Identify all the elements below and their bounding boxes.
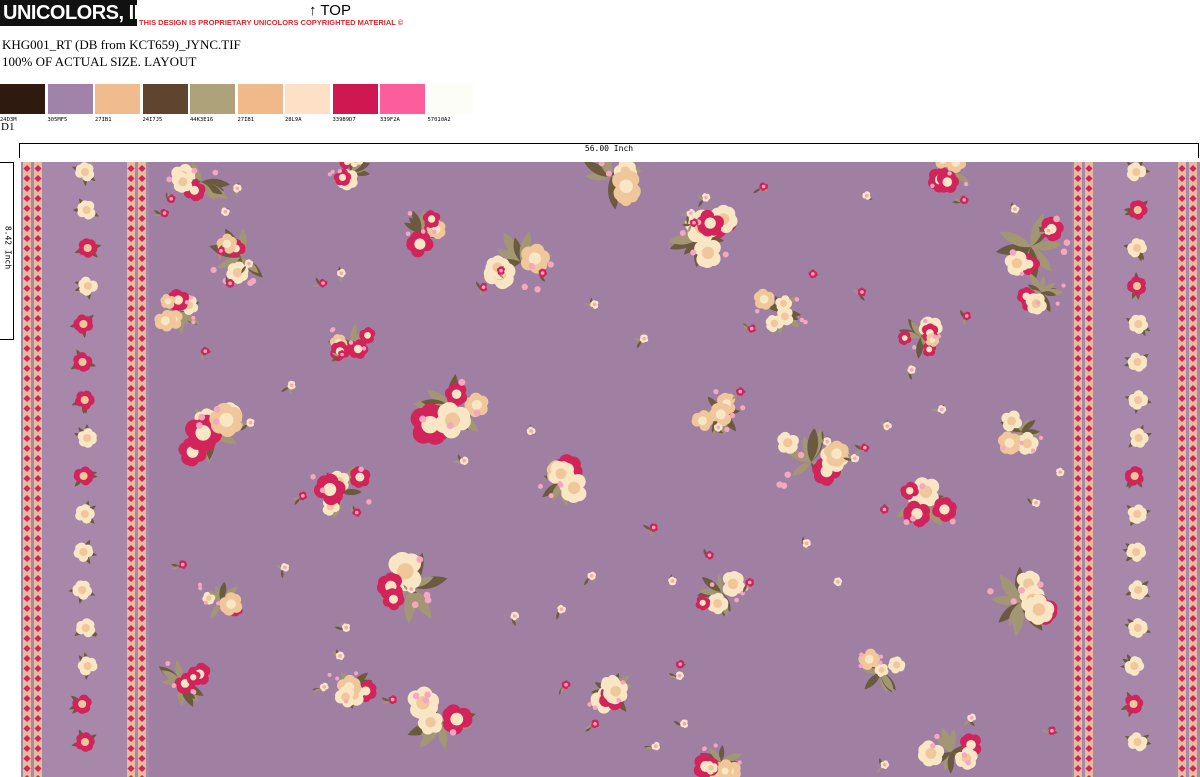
height-label: 8.42 Inch [3,225,13,270]
swatch-chip [332,84,378,114]
swatch-chip [95,84,140,114]
swatch-code: 305MF5 [47,117,68,123]
border-stripe [1072,162,1200,777]
size-info: 100% OF ACTUAL SIZE. LAYOUT [2,54,197,69]
swatch-chip [427,84,473,114]
swatch-code: 27IB1 [237,117,255,123]
swatch-chip [190,84,235,114]
swatch-code: 24I7J5 [142,117,163,123]
swatch-code: 339F2A [380,117,400,123]
swatch-chip [285,84,330,114]
color-swatch: 339F2A [380,84,425,124]
proprietary-notice: THIS DESIGN IS PROPRIETARY UNICOLORS COP… [139,18,404,27]
color-swatch: 24I7J5 [142,84,188,124]
color-swatch: 24D3M [0,84,45,124]
swatch-code: 57010A2 [427,117,451,123]
width-ruler: 56.00 Inch [19,143,1199,158]
color-swatch: 28L9A [285,84,330,124]
company-logo: UNICOLORS, INC. [0,0,137,26]
swatch-code: 28L9A [285,117,302,123]
design-id: D1 [1,121,15,133]
color-swatch: 57010A2 [427,84,473,124]
swatch-code: 339B9D7 [332,117,356,123]
floral-fabric-print [21,162,1200,777]
color-swatch: 27IB1 [95,84,140,124]
color-swatch: 305MF5 [47,84,93,124]
swatch-chip [0,84,45,114]
swatch-chip [47,84,93,114]
color-swatch: 27IB1 [237,84,283,124]
swatch-code: 27IB1 [95,117,112,123]
height-ruler: 8.42 Inch [0,162,14,340]
swatch-chip [237,84,283,114]
swatch-chip [380,84,425,114]
color-swatch: 339B9D7 [332,84,378,124]
color-swatch: 44K3E16 [190,84,235,124]
width-label: 56.00 Inch [584,144,634,153]
border-stripe [21,162,149,777]
file-name: KHG001_RT (DB from KCT659)_JYNC.TIF [2,37,241,52]
top-marker: ↑ TOP [309,2,351,19]
swatch-code: 44K3E16 [190,117,214,123]
swatch-chip [142,84,188,114]
